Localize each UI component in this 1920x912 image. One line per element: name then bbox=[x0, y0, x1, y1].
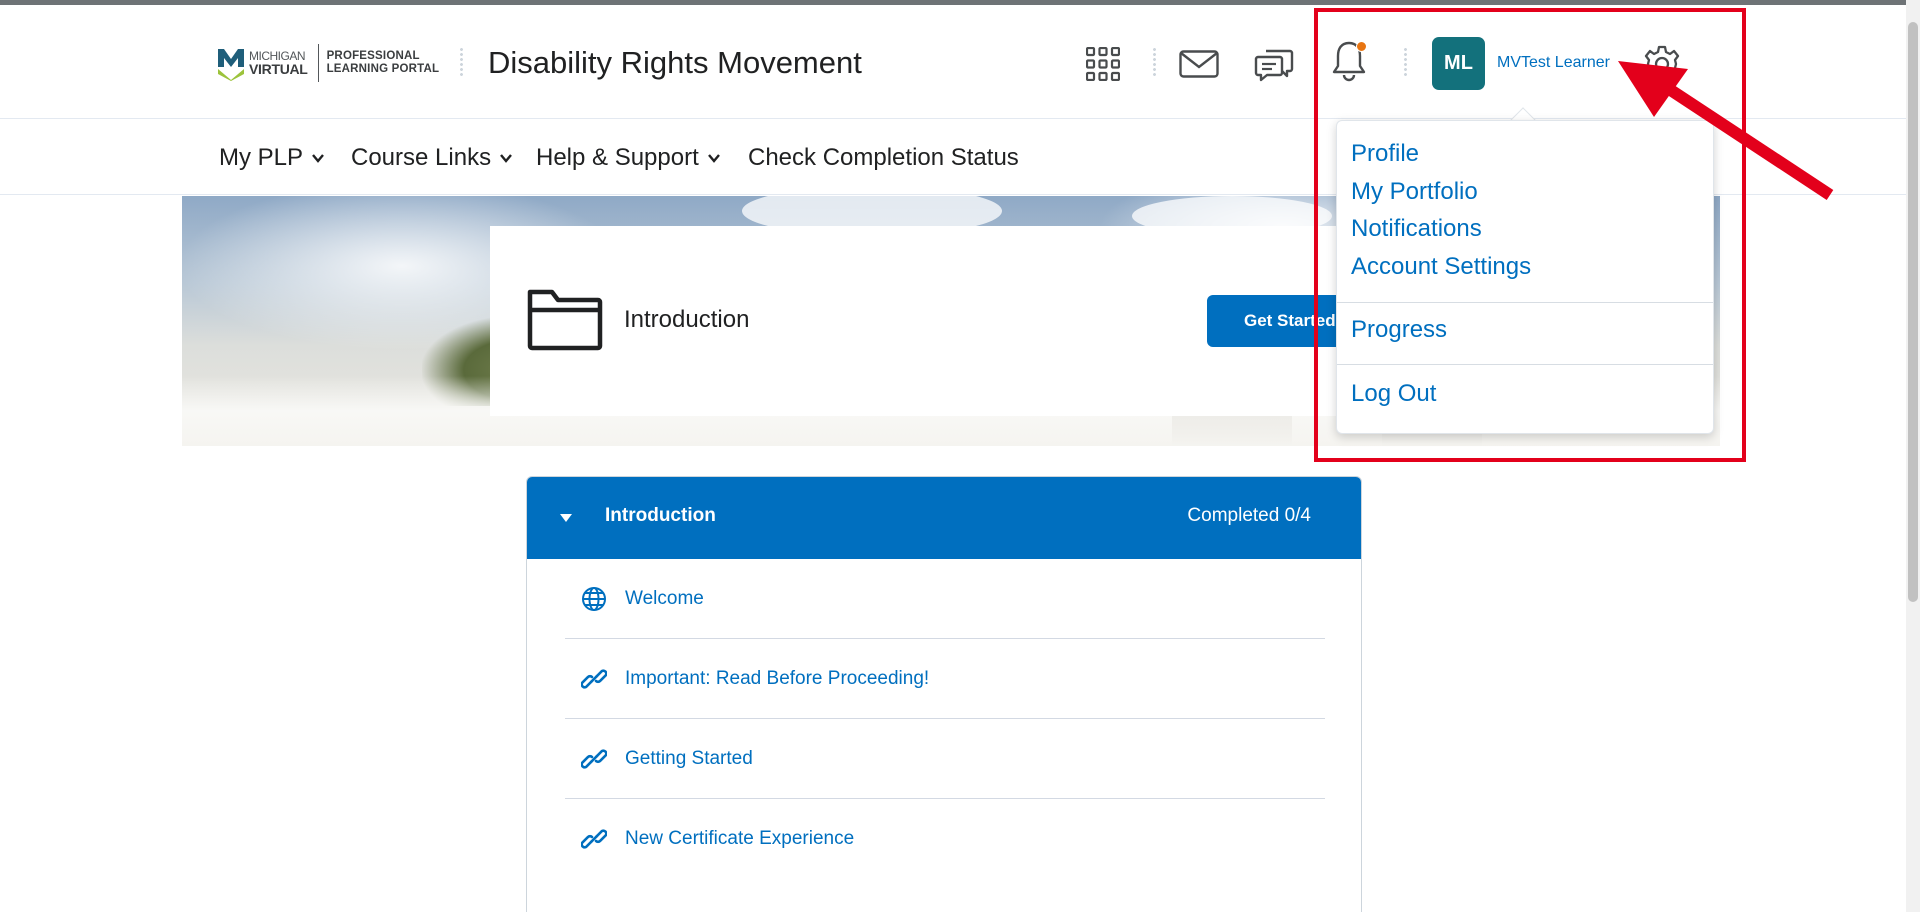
menu-item-account-settings[interactable]: Account Settings bbox=[1351, 253, 1531, 281]
nav-course-links[interactable]: Course Links bbox=[351, 140, 513, 176]
logo-portal-line2: LEARNING PORTAL bbox=[326, 63, 440, 75]
menu-item-notifications[interactable]: Notifications bbox=[1351, 215, 1482, 243]
logo-wordmark: MICHIGAN VIRTUAL bbox=[249, 50, 308, 77]
menu-item-my-portfolio[interactable]: My Portfolio bbox=[1351, 178, 1478, 206]
subscription-alerts-button[interactable] bbox=[1252, 42, 1296, 86]
logo-portal-line1: PROFESSIONAL bbox=[326, 50, 420, 62]
page-scrollbar[interactable] bbox=[1906, 0, 1920, 912]
chat-icon bbox=[1254, 49, 1294, 82]
nav-my-plp[interactable]: My PLP bbox=[219, 140, 325, 176]
header-separator bbox=[1153, 47, 1156, 77]
link-icon bbox=[581, 748, 607, 769]
menu-item-profile[interactable]: Profile bbox=[1351, 140, 1419, 168]
nav-check-completion-status[interactable]: Check Completion Status bbox=[748, 140, 1019, 176]
folder-icon bbox=[527, 289, 603, 351]
nav-label: Check Completion Status bbox=[748, 144, 1019, 171]
logo-divider bbox=[317, 44, 319, 82]
module-completion-status: Completed 0/4 bbox=[1187, 505, 1311, 526]
header: MICHIGAN VIRTUAL PROFESSIONAL LEARNING P… bbox=[0, 5, 1906, 119]
menu-item-log-out[interactable]: Log Out bbox=[1351, 380, 1436, 408]
topic-label: Important: Read Before Proceeding! bbox=[625, 667, 930, 689]
topic-label: Getting Started bbox=[625, 747, 753, 769]
course-selector-button[interactable] bbox=[1081, 42, 1125, 86]
nav-help-support[interactable]: Help & Support bbox=[536, 140, 721, 176]
chevron-down-icon bbox=[707, 154, 720, 163]
settings-button[interactable] bbox=[1640, 42, 1684, 86]
logo-mark-icon bbox=[218, 49, 244, 81]
nav-label: Help & Support bbox=[536, 144, 699, 171]
nav-label: Course Links bbox=[351, 144, 492, 171]
topic-item-new-certificate[interactable]: New Certificate Experience bbox=[565, 799, 1325, 879]
topic-list: Welcome Important: Read Before Proceedin… bbox=[565, 559, 1325, 879]
header-separator bbox=[460, 47, 463, 77]
notification-badge bbox=[1356, 41, 1367, 52]
grid-icon bbox=[1086, 47, 1120, 81]
module-title: Introduction bbox=[605, 505, 716, 526]
globe-icon bbox=[582, 586, 606, 611]
menu-item-progress[interactable]: Progress bbox=[1351, 316, 1447, 344]
menu-divider bbox=[1337, 364, 1713, 365]
mail-icon bbox=[1179, 50, 1219, 78]
avatar[interactable]: ML bbox=[1432, 37, 1485, 90]
page: MICHIGAN VIRTUAL PROFESSIONAL LEARNING P… bbox=[0, 0, 1920, 912]
logo-line2: VIRTUAL bbox=[249, 61, 308, 77]
module-panel: Introduction Completed 0/4 Welcome Impor… bbox=[526, 476, 1362, 912]
logo-portal-name: PROFESSIONAL LEARNING PORTAL bbox=[327, 50, 440, 76]
topic-item-getting-started[interactable]: Getting Started bbox=[565, 719, 1325, 799]
chevron-down-icon bbox=[312, 154, 324, 163]
caret-down-icon[interactable] bbox=[559, 513, 573, 523]
topic-item-important-read[interactable]: Important: Read Before Proceeding! bbox=[565, 639, 1325, 719]
topic-label: Welcome bbox=[625, 587, 704, 609]
scrollbar-thumb[interactable] bbox=[1908, 22, 1918, 602]
module-header[interactable]: Introduction Completed 0/4 bbox=[527, 477, 1361, 559]
user-name-link[interactable]: MVTest Learner bbox=[1497, 54, 1610, 72]
chevron-down-icon bbox=[500, 154, 512, 163]
module-intro-card: Introduction Get Started bbox=[490, 226, 1387, 416]
gear-icon bbox=[1644, 45, 1680, 83]
michigan-virtual-logo[interactable]: MICHIGAN VIRTUAL PROFESSIONAL LEARNING P… bbox=[217, 43, 439, 83]
link-icon bbox=[581, 668, 607, 689]
link-icon bbox=[581, 829, 607, 849]
menu-divider bbox=[1337, 302, 1713, 303]
topic-label: New Certificate Experience bbox=[625, 828, 855, 849]
nav-label: My PLP bbox=[219, 144, 304, 171]
course-title[interactable]: Disability Rights Movement bbox=[488, 45, 862, 81]
update-alerts-button[interactable] bbox=[1327, 39, 1371, 83]
message-alerts-button[interactable] bbox=[1177, 42, 1221, 86]
intro-card-title: Introduction bbox=[624, 306, 750, 333]
user-menu-dropdown: Profile My Portfolio Notifications Accou… bbox=[1336, 120, 1714, 434]
header-separator bbox=[1404, 47, 1407, 77]
topic-item-welcome[interactable]: Welcome bbox=[565, 559, 1325, 639]
